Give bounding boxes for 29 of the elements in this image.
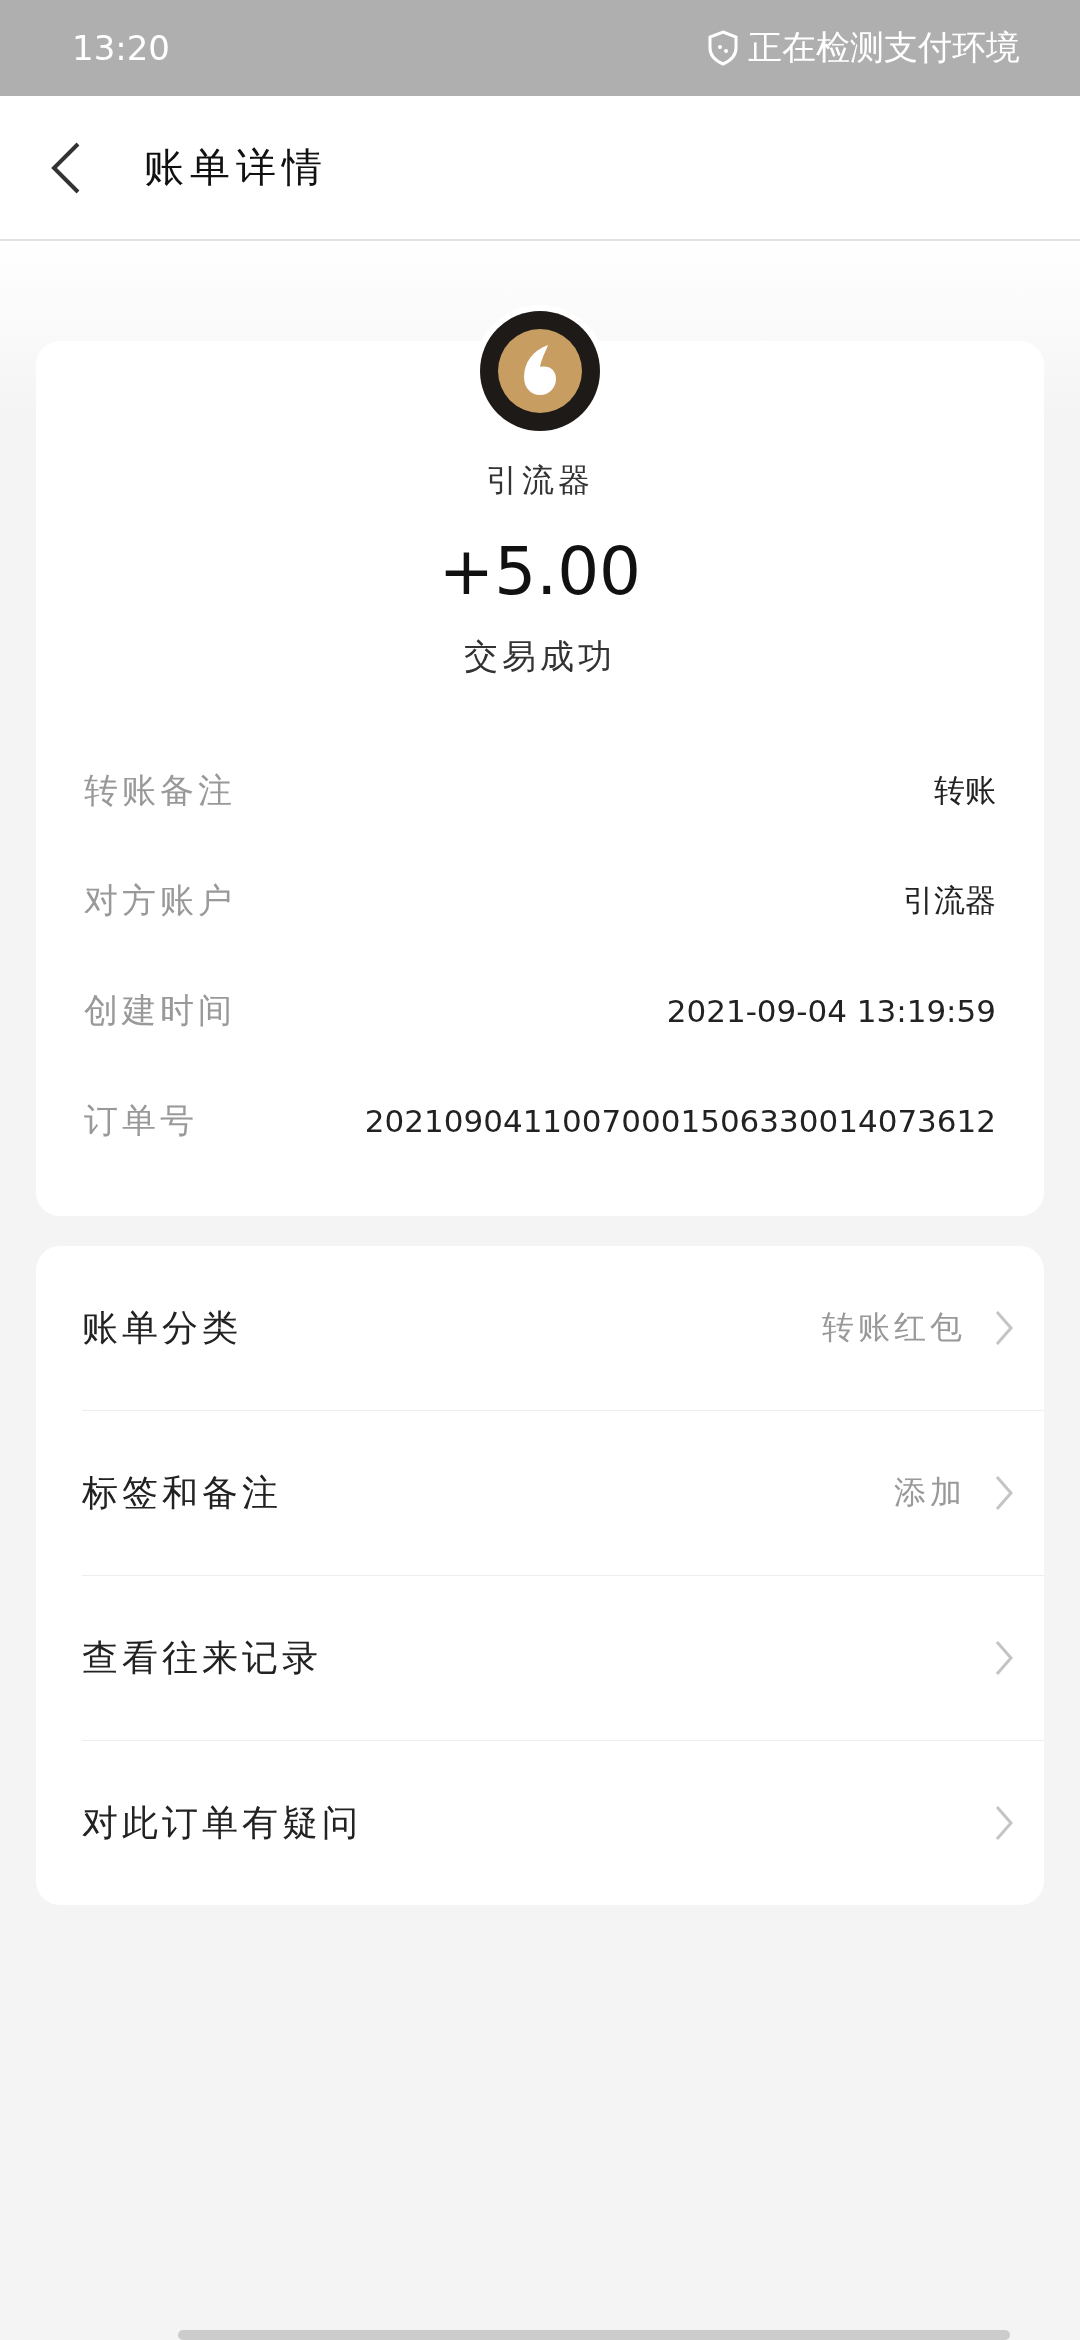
page-title: 账单详情 <box>144 143 328 192</box>
chevron-icon <box>994 1474 1014 1512</box>
action-row[interactable]: 账单分类 转账红包 <box>82 1246 1044 1411</box>
detail-label: 转账备注 <box>84 769 236 812</box>
detail-label: 订单号 <box>84 1099 198 1142</box>
action-row[interactable]: 查看往来记录 <box>82 1576 1044 1741</box>
action-label: 对此订单有疑问 <box>82 1800 362 1845</box>
action-value: 转账红包 <box>822 1307 966 1348</box>
security-notice: 正在检测支付环境 <box>748 26 1020 69</box>
detail-value: 20210904110070001506330014073612 <box>364 1103 996 1139</box>
transaction-status: 交易成功 <box>464 635 616 678</box>
chevron-icon <box>994 1639 1014 1677</box>
detail-value: 引流器 <box>903 881 996 920</box>
detail-value: 2021-09-04 13:19:59 <box>666 993 996 1029</box>
action-label: 账单分类 <box>82 1305 242 1350</box>
action-row[interactable]: 对此订单有疑问 <box>82 1741 1044 1905</box>
chevron-icon <box>994 1804 1014 1842</box>
action-label: 查看往来记录 <box>82 1635 322 1680</box>
clock: 13:20 <box>72 28 170 68</box>
action-label: 标签和备注 <box>82 1470 282 1515</box>
detail-label: 创建时间 <box>84 989 236 1032</box>
action-row[interactable]: 标签和备注 添加 <box>82 1411 1044 1576</box>
chevron-icon <box>994 1309 1014 1347</box>
amount: +5.00 <box>438 533 642 610</box>
shield-icon <box>708 30 738 66</box>
action-value: 添加 <box>894 1472 966 1513</box>
detail-value: 转账 <box>934 771 996 810</box>
detail-label: 对方账户 <box>84 879 236 922</box>
payee-name: 引流器 <box>486 460 594 501</box>
